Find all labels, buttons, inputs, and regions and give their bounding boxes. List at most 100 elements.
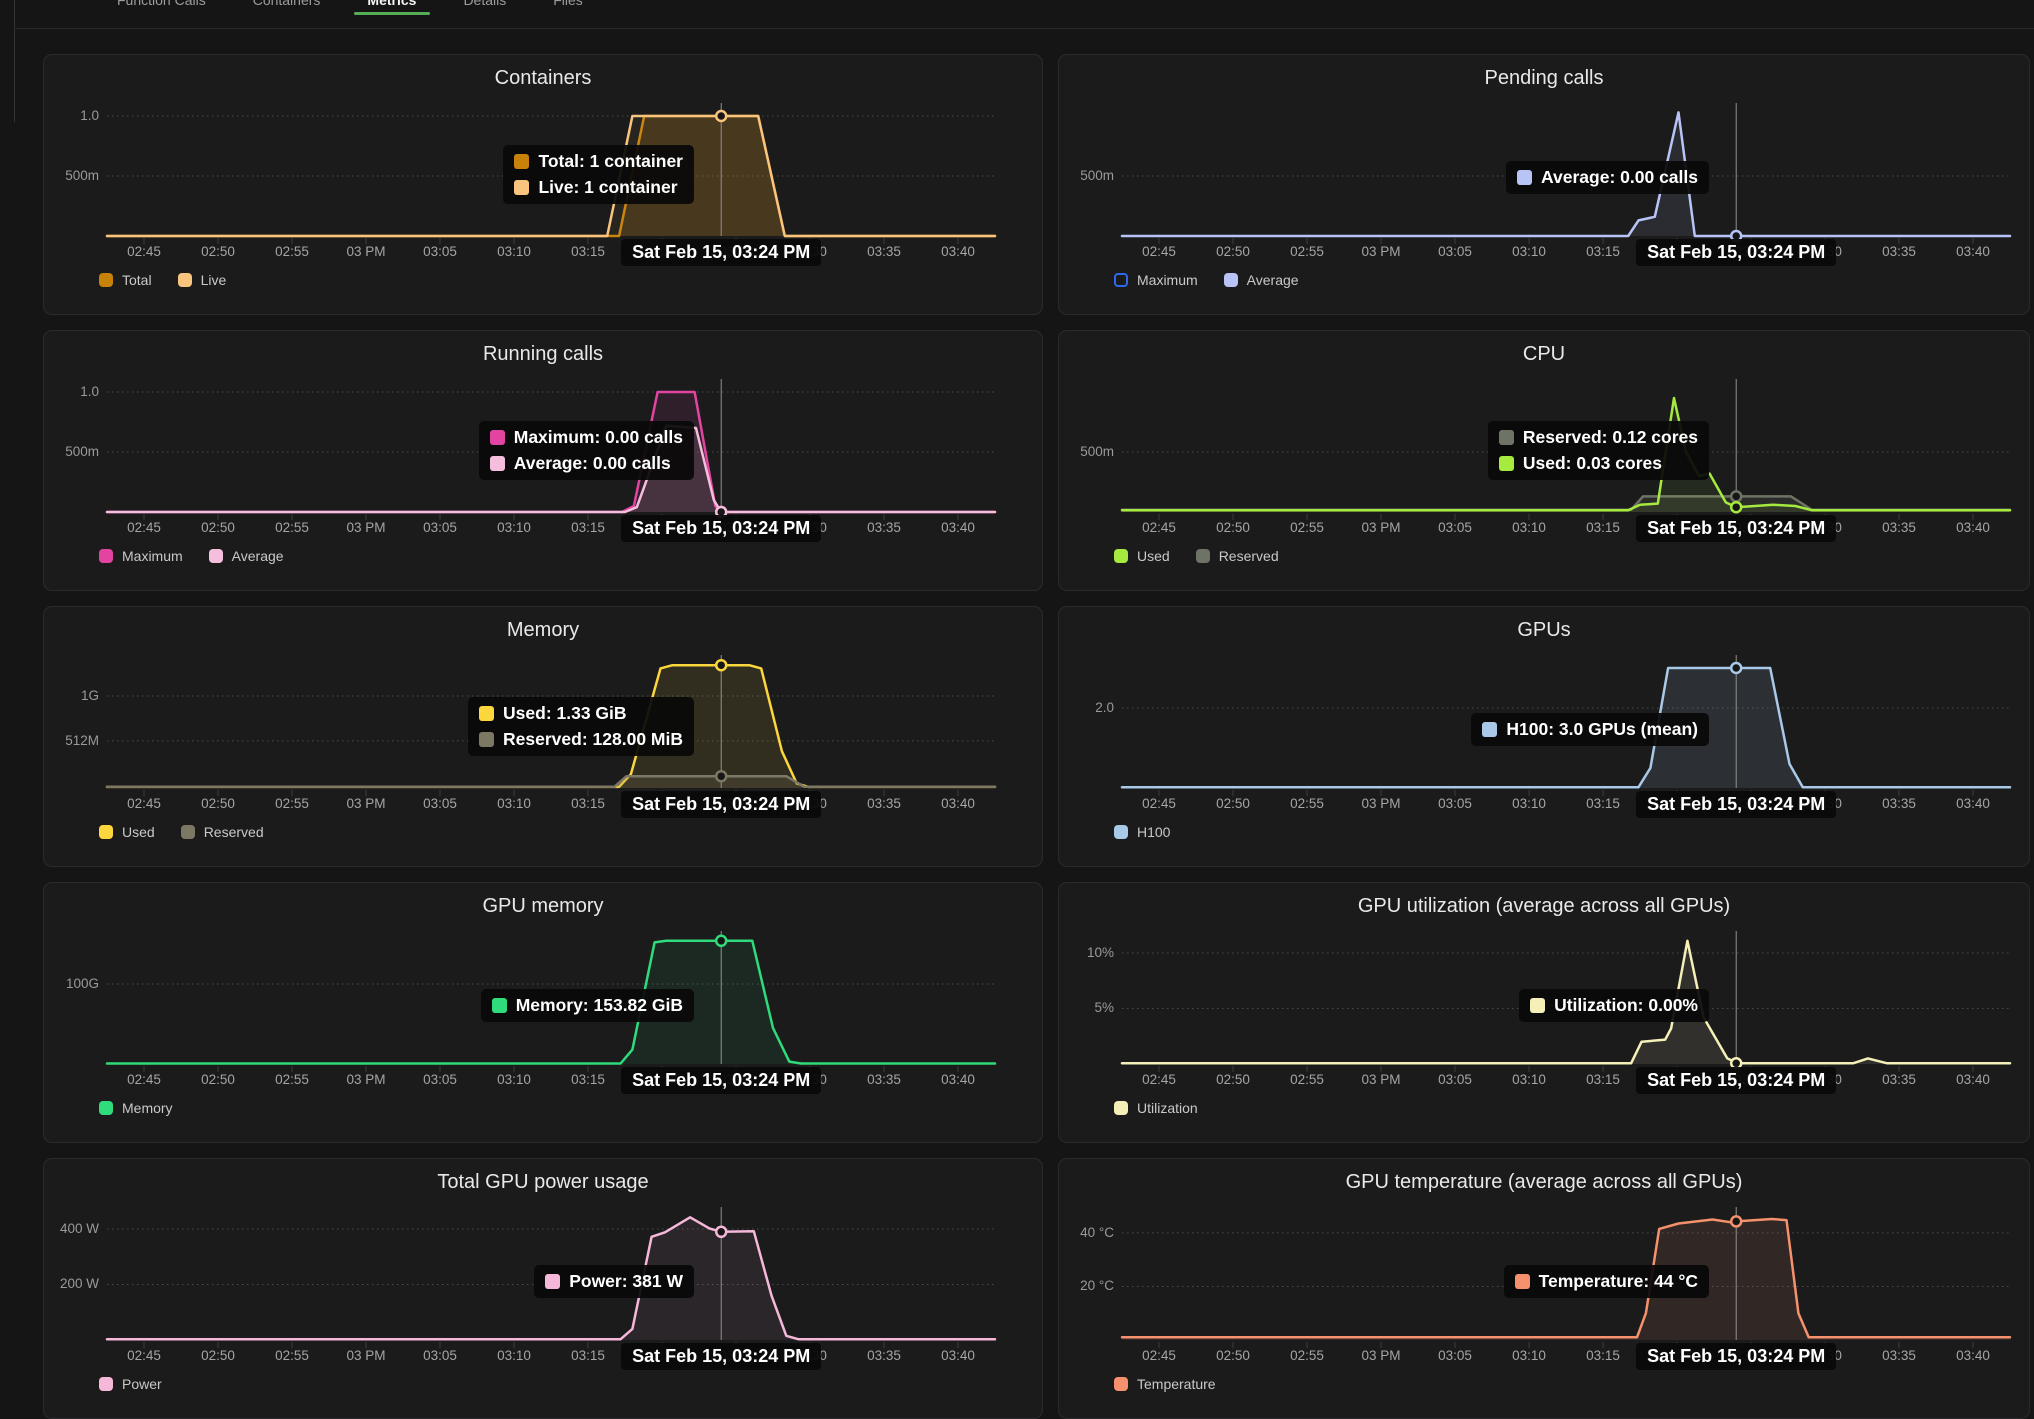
chart-card-cpu: CPU 500m02:4502:5002:5503 PM03:0503:1003…: [1058, 330, 2030, 591]
legend-label: Maximum: [1137, 272, 1198, 288]
x-axis-label: 02:55: [260, 796, 324, 811]
y-axis-label: 40 °C: [1064, 1223, 1114, 1243]
x-axis-label: 02:55: [260, 244, 324, 259]
x-axis-label: 02:55: [260, 1072, 324, 1087]
legend-swatch: [99, 549, 113, 563]
chart-legend: Total Live: [99, 272, 226, 288]
legend-item-maximum[interactable]: Maximum: [1114, 272, 1198, 288]
tooltip-text: Utilization: 0.00%: [1554, 995, 1698, 1016]
legend-label: Reserved: [204, 824, 264, 840]
legend-item-utilization[interactable]: Utilization: [1114, 1100, 1198, 1116]
series-tooltip: Temperature: 44 °C: [1504, 1265, 1709, 1298]
x-axis-label: 02:45: [112, 1348, 176, 1363]
tooltip-swatch: [1517, 170, 1532, 185]
x-axis-label: 03:10: [482, 796, 546, 811]
chart-legend: Used Reserved: [99, 824, 264, 840]
tooltip-row: Power: 381 W: [545, 1271, 683, 1292]
x-axis-label: 03:10: [482, 1348, 546, 1363]
x-axis-label: 03:05: [1423, 1348, 1487, 1363]
x-axis-label: 03:15: [1571, 1348, 1635, 1363]
tab-details[interactable]: Details: [463, 0, 506, 18]
legend-swatch: [99, 273, 113, 287]
chart-legend: Maximum Average: [99, 548, 284, 564]
x-axis-label: 03:10: [482, 520, 546, 535]
legend-label: Total: [122, 272, 152, 288]
tab-list: Function Calls Containers Metrics Detail…: [117, 0, 583, 18]
timestamp-tooltip: Sat Feb 15, 03:24 PM: [621, 1067, 821, 1094]
tooltip-text: Reserved: 0.12 cores: [1523, 427, 1698, 448]
legend-item-average[interactable]: Average: [209, 548, 284, 564]
legend-item-live[interactable]: Live: [178, 272, 227, 288]
tooltip-swatch: [1499, 430, 1514, 445]
legend-swatch: [178, 273, 192, 287]
x-axis-label: 03:40: [1941, 1348, 2005, 1363]
legend-item-h100[interactable]: H100: [1114, 824, 1170, 840]
x-axis-label: 02:50: [1201, 520, 1265, 535]
x-axis-label: 03:35: [852, 244, 916, 259]
x-axis-label: 03:35: [852, 520, 916, 535]
x-axis-label: 03:35: [1867, 796, 1931, 811]
x-axis-label: 02:50: [1201, 796, 1265, 811]
x-axis-label: 02:50: [1201, 244, 1265, 259]
x-axis-label: 03 PM: [334, 520, 398, 535]
x-axis-label: 02:45: [1127, 796, 1191, 811]
x-axis-label: 02:45: [1127, 1348, 1191, 1363]
legend-label: Average: [232, 548, 284, 564]
tooltip-row: Average: 0.00 calls: [1517, 167, 1698, 188]
tab-metrics[interactable]: Metrics: [367, 0, 416, 18]
chart-legend: Maximum Average: [1114, 272, 1299, 288]
legend-item-power[interactable]: Power: [99, 1376, 162, 1392]
legend-swatch: [99, 1101, 113, 1115]
legend-item-reserved[interactable]: Reserved: [1196, 548, 1279, 564]
series-tooltip: Power: 381 W: [534, 1265, 694, 1298]
y-axis-label: 10%: [1064, 943, 1114, 963]
chart-legend: Utilization: [1114, 1100, 1198, 1116]
x-axis-label: 03:10: [1497, 1072, 1561, 1087]
timestamp-tooltip: Sat Feb 15, 03:24 PM: [621, 1343, 821, 1370]
tooltip-text: Maximum: 0.00 calls: [514, 427, 683, 448]
tooltip-swatch: [514, 154, 529, 169]
tooltip-swatch: [490, 456, 505, 471]
x-axis-label: 03:05: [1423, 1072, 1487, 1087]
x-axis-label: 03:05: [1423, 796, 1487, 811]
x-axis-label: 03 PM: [1349, 1348, 1413, 1363]
x-axis-label: 02:50: [186, 1348, 250, 1363]
legend-item-used[interactable]: Used: [1114, 548, 1170, 564]
legend-item-reserved[interactable]: Reserved: [181, 824, 264, 840]
tab-files[interactable]: Files: [553, 0, 583, 18]
chart-legend: Power: [99, 1376, 162, 1392]
x-axis-label: 03 PM: [1349, 244, 1413, 259]
x-axis-label: 03 PM: [334, 244, 398, 259]
metrics-dashboard: { "tabs": { "items": [ {"label": "Functi…: [0, 0, 2034, 1350]
y-axis-label: 400 W: [49, 1219, 99, 1239]
legend-item-used[interactable]: Used: [99, 824, 155, 840]
x-axis-label: 03:40: [1941, 244, 2005, 259]
x-axis-label: 03:05: [408, 1072, 472, 1087]
x-axis-label: 02:50: [186, 520, 250, 535]
legend-item-maximum[interactable]: Maximum: [99, 548, 183, 564]
x-axis-label: 03 PM: [334, 1072, 398, 1087]
tooltip-text: Used: 0.03 cores: [1523, 453, 1662, 474]
x-axis-label: 03:10: [1497, 1348, 1561, 1363]
y-axis-label: 500m: [1064, 166, 1114, 186]
tooltip-swatch: [545, 1274, 560, 1289]
tooltip-text: Reserved: 128.00 MiB: [503, 729, 683, 750]
x-axis-label: 02:55: [1275, 520, 1339, 535]
x-axis-label: 03:05: [1423, 244, 1487, 259]
x-axis-label: 02:45: [112, 244, 176, 259]
tooltip-row: Reserved: 0.12 cores: [1499, 427, 1698, 448]
tab-function-calls[interactable]: Function Calls: [117, 0, 206, 18]
tooltip-row: Memory: 153.82 GiB: [492, 995, 683, 1016]
tooltip-swatch: [1499, 456, 1514, 471]
x-axis-label: 03:10: [1497, 520, 1561, 535]
chart-card-pending-calls: Pending calls 500m02:4502:5002:5503 PM03…: [1058, 54, 2030, 315]
y-axis-label: 500m: [49, 442, 99, 462]
legend-item-total[interactable]: Total: [99, 272, 152, 288]
series-tooltip: Used: 1.33 GiBReserved: 128.00 MiB: [468, 697, 694, 756]
legend-item-temperature[interactable]: Temperature: [1114, 1376, 1216, 1392]
tooltip-swatch: [479, 706, 494, 721]
legend-item-average[interactable]: Average: [1224, 272, 1299, 288]
legend-item-memory[interactable]: Memory: [99, 1100, 173, 1116]
tab-containers[interactable]: Containers: [253, 0, 321, 18]
x-axis-label: 03 PM: [334, 796, 398, 811]
